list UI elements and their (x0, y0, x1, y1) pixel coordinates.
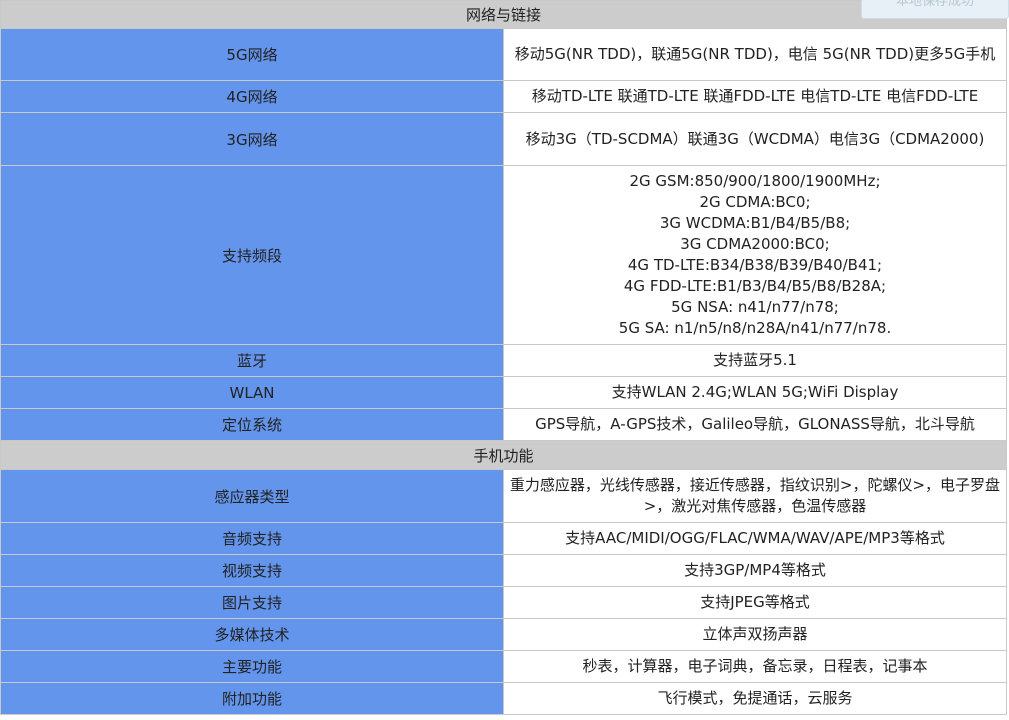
section-header-functions: 手机功能 (0, 440, 1007, 470)
spec-key: 音频支持 (0, 522, 504, 555)
spec-row-5g: 5G网络 移动5G(NR TDD)，联通5G(NR TDD)，电信 5G(NR … (0, 28, 1007, 81)
spec-key: 图片支持 (0, 586, 504, 619)
spec-table: 网络与链接 5G网络 移动5G(NR TDD)，联通5G(NR TDD)，电信 … (0, 0, 1007, 715)
band-line: 2G GSM:850/900/1800/1900MHz; (629, 172, 881, 190)
spec-value-bands: 2G GSM:850/900/1800/1900MHz; 2G CDMA:BC0… (503, 165, 1007, 345)
spec-row-main-functions: 主要功能 秒表，计算器，电子词典，备忘录，日程表，记事本 (0, 650, 1007, 683)
spec-key: 多媒体技术 (0, 618, 504, 651)
spec-value: 秒表，计算器，电子词典，备忘录，日程表，记事本 (503, 650, 1007, 683)
spec-row-bluetooth: 蓝牙 支持蓝牙5.1 (0, 344, 1007, 377)
spec-row-3g: 3G网络 移动3G（TD-SCDMA）联通3G（WCDMA）电信3G（CDMA2… (0, 112, 1007, 166)
spec-row-bands: 支持频段 2G GSM:850/900/1800/1900MHz; 2G CDM… (0, 165, 1007, 345)
band-line: 4G TD-LTE:B34/B38/B39/B40/B41; (627, 256, 883, 274)
spec-key: 5G网络 (0, 28, 504, 81)
spec-value: 支持WLAN 2.4G;WLAN 5G;WiFi Display (503, 376, 1007, 409)
spec-row-sensors: 感应器类型 重力感应器，光线传感器，接近传感器，指纹识别>，陀螺仪>，电子罗盘>… (0, 469, 1007, 523)
section-header-network: 网络与链接 (0, 0, 1007, 29)
band-line: 2G CDMA:BC0; (699, 193, 811, 211)
spec-row-multimedia: 多媒体技术 立体声双扬声器 (0, 618, 1007, 651)
band-line: 3G CDMA2000:BC0; (680, 235, 830, 253)
band-line: 4G FDD-LTE:B1/B3/B4/B5/B8/B28A; (623, 277, 887, 295)
spec-row-audio: 音频支持 支持AAC/MIDI/OGG/FLAC/WMA/WAV/APE/MP3… (0, 522, 1007, 555)
spec-key: 定位系统 (0, 408, 504, 441)
spec-key: 4G网络 (0, 80, 504, 113)
band-line: 5G NSA: n41/n77/n78; (671, 298, 839, 316)
spec-value: 立体声双扬声器 (503, 618, 1007, 651)
spec-value: 支持AAC/MIDI/OGG/FLAC/WMA/WAV/APE/MP3等格式 (503, 522, 1007, 555)
spec-value: 移动5G(NR TDD)，联通5G(NR TDD)，电信 5G(NR TDD)更… (503, 28, 1007, 81)
spec-row-4g: 4G网络 移动TD-LTE 联通TD-LTE 联通FDD-LTE 电信TD-LT… (0, 80, 1007, 113)
spec-key: WLAN (0, 376, 504, 409)
spec-value: 支持蓝牙5.1 (503, 344, 1007, 377)
spec-key: 支持频段 (0, 165, 504, 345)
spec-row-extra-functions: 附加功能 飞行模式，免提通话，云服务 (0, 682, 1007, 715)
spec-row-video: 视频支持 支持3GP/MP4等格式 (0, 554, 1007, 587)
section-title: 网络与链接 (0, 0, 1007, 29)
spec-key: 主要功能 (0, 650, 504, 683)
band-line: 3G WCDMA:B1/B4/B5/B8; (659, 214, 851, 232)
spec-key: 附加功能 (0, 682, 504, 715)
spec-value: 支持JPEG等格式 (503, 586, 1007, 619)
spec-value: 移动TD-LTE 联通TD-LTE 联通FDD-LTE 电信TD-LTE 电信F… (503, 80, 1007, 113)
save-success-toast: 本地保存成功 (861, 0, 1009, 19)
spec-value: 飞行模式，免提通话，云服务 (503, 682, 1007, 715)
toast-text: 本地保存成功 (895, 0, 974, 9)
spec-key: 视频支持 (0, 554, 504, 587)
spec-row-image: 图片支持 支持JPEG等格式 (0, 586, 1007, 619)
spec-key: 3G网络 (0, 112, 504, 166)
spec-row-wlan: WLAN 支持WLAN 2.4G;WLAN 5G;WiFi Display (0, 376, 1007, 409)
section-title: 手机功能 (0, 440, 1007, 470)
spec-value: 移动3G（TD-SCDMA）联通3G（WCDMA）电信3G（CDMA2000) (503, 112, 1007, 166)
spec-value: 支持3GP/MP4等格式 (503, 554, 1007, 587)
band-line: 5G SA: n1/n5/n8/n28A/n41/n77/n78. (618, 319, 892, 337)
spec-row-positioning: 定位系统 GPS导航，A-GPS技术，Galileo导航，GLONASS导航，北… (0, 408, 1007, 441)
spec-key: 感应器类型 (0, 469, 504, 523)
spec-key: 蓝牙 (0, 344, 504, 377)
spec-value: GPS导航，A-GPS技术，Galileo导航，GLONASS导航，北斗导航 (503, 408, 1007, 441)
spec-value: 重力感应器，光线传感器，接近传感器，指纹识别>，陀螺仪>，电子罗盘>，激光对焦传… (503, 469, 1007, 523)
